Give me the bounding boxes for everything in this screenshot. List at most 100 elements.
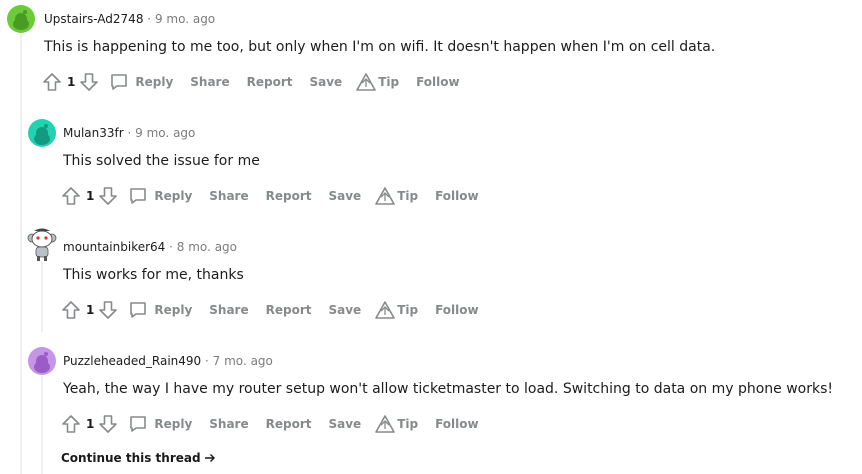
comment-actions: 1 Reply Share Report Save Tip Follow (61, 298, 496, 322)
save-label: Save (328, 417, 362, 431)
share-button[interactable]: Share (209, 303, 248, 317)
report-button[interactable]: Report (266, 189, 312, 203)
report-label: Report (246, 75, 293, 89)
tip-icon (356, 73, 376, 91)
downvote-icon[interactable] (79, 72, 99, 92)
continue-thread-link[interactable]: Continue this thread (61, 451, 216, 465)
comment-actions: 1 Reply Share Report Save Tip Follow (61, 184, 496, 208)
comment-age[interactable]: 9 mo. ago (155, 12, 215, 26)
tip-button[interactable]: Tip (375, 301, 418, 319)
continue-thread-label: Continue this thread (61, 451, 201, 465)
comment-age[interactable]: 8 mo. ago (177, 240, 237, 254)
tip-label: Tip (397, 189, 419, 203)
tip-button[interactable]: Tip (375, 187, 418, 205)
reply-button[interactable]: Reply (128, 186, 192, 206)
save-label: Save (309, 75, 343, 89)
comment-bubble-icon (130, 188, 147, 204)
meta-separator: · (127, 126, 132, 140)
comment-body: This works for me, thanks (63, 267, 244, 283)
comment-age[interactable]: 7 mo. ago (213, 354, 273, 368)
upvote-icon[interactable] (61, 186, 81, 206)
reply-button[interactable]: Reply (128, 414, 192, 434)
comment-actions: 1 Reply Share Report Save Tip Follow (42, 70, 477, 94)
vote-score: 1 (67, 75, 76, 89)
tip-icon (375, 187, 395, 205)
report-label: Report (265, 417, 312, 431)
comment-actions: 1 Reply Share Report Save Tip Follow (61, 412, 496, 436)
comment-meta: Upstairs-Ad2748 · 9 mo. ago (44, 11, 215, 27)
tip-button[interactable]: Tip (375, 415, 418, 433)
save-button[interactable]: Save (328, 303, 361, 317)
comment-body: Yeah, the way I have my router setup won… (63, 381, 834, 397)
share-label: Share (190, 75, 230, 89)
save-button[interactable]: Save (328, 417, 361, 431)
save-label: Save (328, 303, 362, 317)
comment-body: This is happening to me too, but only wh… (44, 39, 716, 55)
meta-separator: · (169, 240, 173, 254)
comment-meta: Mulan33fr · 9 mo. ago (63, 125, 195, 141)
meta-separator: · (147, 12, 152, 26)
save-button[interactable]: Save (328, 189, 361, 203)
report-button[interactable]: Report (266, 417, 312, 431)
vote-score: 1 (86, 303, 95, 317)
comment-meta: Puzzleheaded_Rain490 · 7 mo. ago (63, 353, 273, 369)
upvote-icon[interactable] (61, 414, 81, 434)
share-label: Share (209, 303, 249, 317)
vote-score: 1 (86, 189, 95, 203)
author-name[interactable]: mountainbiker64 (63, 240, 165, 254)
comment-body: This solved the issue for me (63, 153, 260, 169)
snoo-avatar-icon (13, 10, 29, 30)
tip-button[interactable]: Tip (356, 73, 399, 91)
save-label: Save (328, 189, 362, 203)
author-name[interactable]: Puzzleheaded_Rain490 (63, 354, 201, 368)
follow-label: Follow (435, 417, 479, 431)
thread-line-child[interactable] (41, 262, 43, 332)
downvote-icon[interactable] (98, 186, 118, 206)
follow-label: Follow (435, 303, 479, 317)
downvote-icon[interactable] (98, 414, 118, 434)
follow-button[interactable]: Follow (435, 189, 479, 203)
follow-button[interactable]: Follow (416, 75, 460, 89)
meta-separator: · (205, 354, 209, 368)
author-name[interactable]: Mulan33fr (63, 126, 124, 140)
follow-button[interactable]: Follow (435, 303, 479, 317)
follow-label: Follow (435, 189, 479, 203)
reply-label: Reply (154, 303, 193, 317)
vote-score: 1 (86, 417, 95, 431)
share-button[interactable]: Share (209, 417, 248, 431)
comment-age[interactable]: 9 mo. ago (135, 126, 195, 140)
avatar[interactable] (26, 226, 58, 262)
reply-label: Reply (154, 417, 193, 431)
reply-button[interactable]: Reply (128, 300, 192, 320)
save-button[interactable]: Save (309, 75, 342, 89)
share-button[interactable]: Share (209, 189, 248, 203)
comment-bubble-icon (130, 416, 147, 432)
report-button[interactable]: Report (247, 75, 293, 89)
upvote-icon[interactable] (42, 72, 62, 92)
reply-button[interactable]: Reply (109, 72, 173, 92)
reply-label: Reply (154, 189, 193, 203)
thread-line-child[interactable] (41, 376, 43, 474)
report-button[interactable]: Report (266, 303, 312, 317)
tip-icon (375, 415, 395, 433)
upvote-icon[interactable] (61, 300, 81, 320)
comment-bubble-icon (130, 302, 147, 318)
downvote-icon[interactable] (98, 300, 118, 320)
author-name[interactable]: Upstairs-Ad2748 (44, 12, 143, 26)
share-label: Share (209, 189, 249, 203)
tip-label: Tip (378, 75, 400, 89)
avatar[interactable] (28, 119, 56, 147)
report-label: Report (265, 303, 312, 317)
avatar[interactable] (28, 347, 56, 375)
follow-label: Follow (416, 75, 460, 89)
thread-line-root[interactable] (20, 34, 22, 474)
avatar[interactable] (7, 5, 35, 33)
tip-icon (375, 301, 395, 319)
follow-button[interactable]: Follow (435, 417, 479, 431)
snoo-avatar-icon (34, 352, 50, 373)
tip-label: Tip (397, 303, 419, 317)
share-label: Share (209, 417, 249, 431)
comment-bubble-icon (111, 74, 128, 90)
comment-meta: mountainbiker64 · 8 mo. ago (63, 239, 237, 255)
share-button[interactable]: Share (190, 75, 229, 89)
